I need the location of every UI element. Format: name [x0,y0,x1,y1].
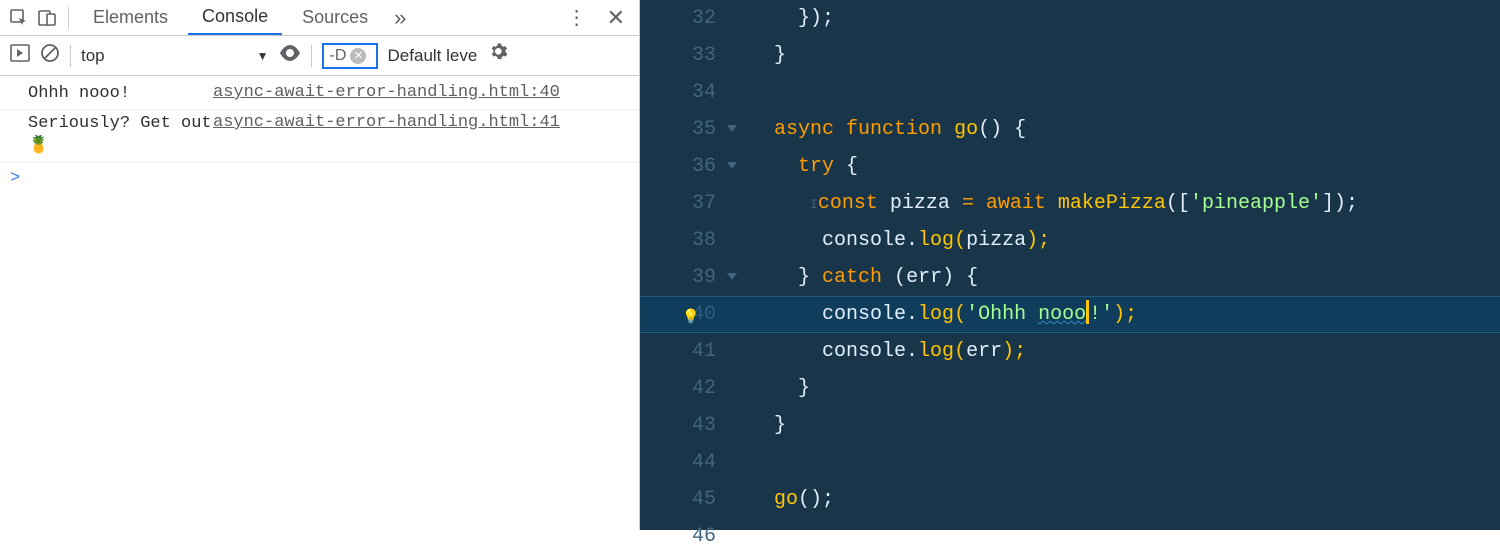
line-number: 46 [640,518,722,555]
clear-filter-icon[interactable]: ✕ [350,48,366,64]
code-line [740,518,1500,555]
code-line [740,444,1500,481]
tab-sources[interactable]: Sources [288,0,382,35]
device-toggle-icon[interactable] [36,7,58,29]
line-number: 43 [640,407,722,444]
context-selector[interactable]: top ▼ [81,46,269,66]
code-editor[interactable]: 32 33 34 35 36 37 38 39 40 41 42 43 44 4… [640,0,1500,530]
log-source-link[interactable]: async-await-error-handling.html:40 [213,83,629,102]
console-log-row: Ohhh nooo! async-await-error-handling.ht… [0,80,639,110]
line-number: 32 [640,0,722,37]
code-line: console.log(err); [740,333,1500,370]
line-number[interactable]: 39 [640,259,722,296]
code-line: try { [740,148,1500,185]
devtools-panel: Elements Console Sources » ⋮ ✕ top ▼ [0,0,640,530]
line-number: 34 [640,74,722,111]
devtools-tabbar: Elements Console Sources » ⋮ ✕ [0,0,639,36]
console-output: Ohhh nooo! async-await-error-handling.ht… [0,76,639,530]
code-line: go(); [740,481,1500,518]
code-line: }); [740,0,1500,37]
divider [70,45,71,67]
line-gutter: 32 33 34 35 36 37 38 39 40 41 42 43 44 4… [640,0,740,530]
line-number: 38 [640,222,722,259]
code-area[interactable]: 💡 }); } async function go() { try { Icon… [740,0,1500,530]
code-line: async function go() { [740,111,1500,148]
log-message: Seriously? Get out 🍍 [28,113,213,159]
code-line: console.log(pizza); [740,222,1500,259]
line-number: 45 [640,481,722,518]
lightbulb-icon[interactable]: 💡 [682,300,699,337]
tab-elements[interactable]: Elements [79,0,182,35]
console-prompt[interactable]: > [0,163,639,194]
code-line: console.log('Ohhh nooo!'); [740,296,1500,333]
sidebar-toggle-icon[interactable] [10,44,30,67]
chevron-down-icon: ▼ [257,49,269,63]
code-line: Iconst pizza = await makePizza(['pineapp… [740,185,1500,222]
log-source-link[interactable]: async-await-error-handling.html:41 [213,113,629,132]
console-log-row: Seriously? Get out 🍍 async-await-error-h… [0,110,639,163]
eye-icon[interactable] [279,45,301,66]
more-tabs-icon[interactable]: » [388,5,412,31]
code-line: } [740,407,1500,444]
divider [68,7,69,29]
kebab-menu-icon[interactable]: ⋮ [559,5,595,30]
console-toolbar: top ▼ -D ✕ Default leve [0,36,639,76]
code-line: } [740,370,1500,407]
code-line: } catch (err) { [740,259,1500,296]
filter-input[interactable]: -D ✕ [322,43,378,69]
code-line [740,74,1500,111]
log-message: Ohhh nooo! [28,83,213,106]
line-number: 33 [640,37,722,74]
close-icon[interactable]: ✕ [601,5,631,31]
line-number: 41 [640,333,722,370]
divider [311,45,312,67]
filter-value: -D [330,47,347,65]
clear-console-icon[interactable] [40,43,60,68]
line-number: 37 [640,185,722,222]
line-number: 42 [640,370,722,407]
tab-console[interactable]: Console [188,0,282,35]
line-number: 44 [640,444,722,481]
gear-icon[interactable] [490,43,510,68]
line-number[interactable]: 36 [640,148,722,185]
code-line: } [740,37,1500,74]
inspect-icon[interactable] [8,7,30,29]
line-number[interactable]: 35 [640,111,722,148]
log-levels-select[interactable]: Default leve [388,46,480,66]
context-label: top [81,46,105,66]
